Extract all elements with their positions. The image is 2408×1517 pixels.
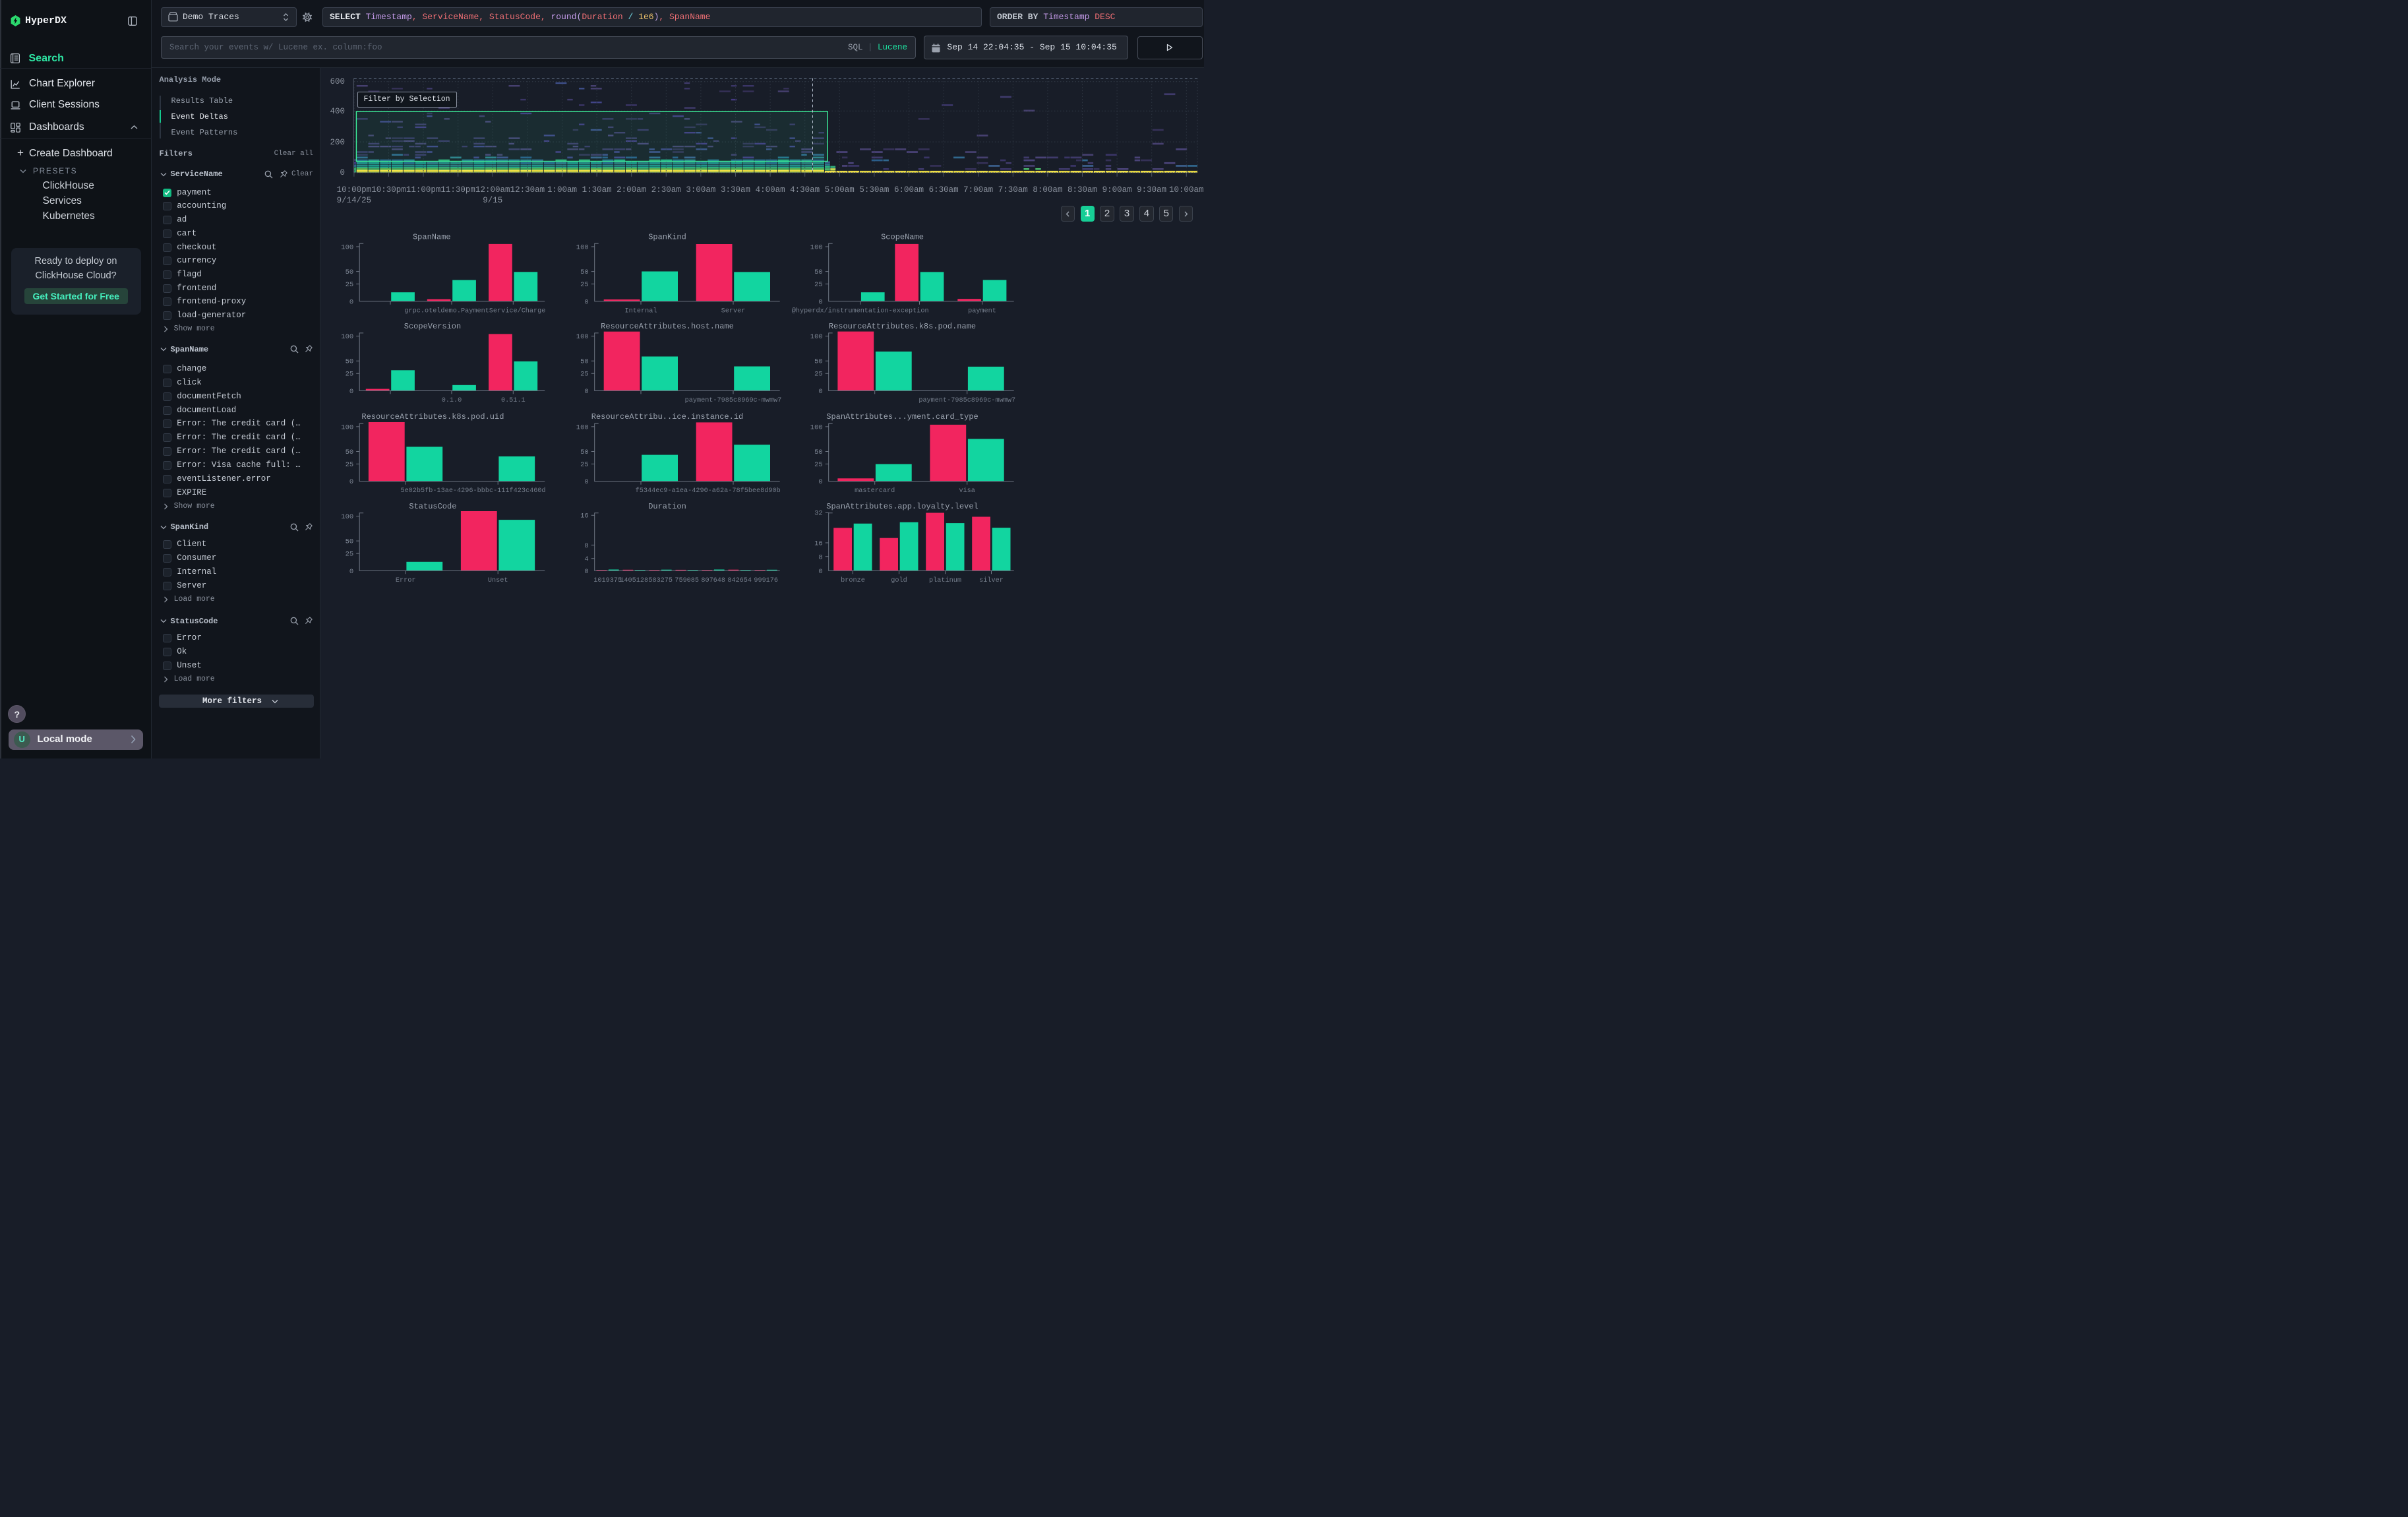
svg-text:100: 100 xyxy=(341,244,353,252)
svg-text:8: 8 xyxy=(584,542,588,550)
svg-text:grpc.oteldemo.PaymentService/C: grpc.oteldemo.PaymentService/Charge xyxy=(404,307,545,315)
svg-text:0: 0 xyxy=(584,478,588,486)
svg-text:@hyperdx/instrumentation-excep: @hyperdx/instrumentation-exception xyxy=(792,307,929,315)
svg-text:999176: 999176 xyxy=(754,577,778,584)
svg-text:0: 0 xyxy=(818,568,822,576)
svg-text:50: 50 xyxy=(814,358,823,366)
svg-text:0: 0 xyxy=(584,388,588,396)
svg-text:visa: visa xyxy=(959,487,975,495)
svg-text:25: 25 xyxy=(346,551,354,559)
svg-text:25: 25 xyxy=(814,461,823,469)
svg-text:platinum: platinum xyxy=(929,576,961,584)
svg-text:bronze: bronze xyxy=(841,576,865,584)
svg-text:25: 25 xyxy=(580,371,589,379)
svg-text:16: 16 xyxy=(580,512,589,520)
svg-text:payment: payment xyxy=(968,307,996,315)
svg-text:100: 100 xyxy=(576,244,589,252)
svg-text:ResourceAttributes.k8s.pod.nam: ResourceAttributes.k8s.pod.name xyxy=(829,322,976,331)
svg-text:50: 50 xyxy=(346,538,354,546)
svg-text:1405128: 1405128 xyxy=(620,577,648,584)
svg-text:0: 0 xyxy=(818,478,822,486)
svg-text:f5344ec9-a1ea-4290-a62a-78f5be: f5344ec9-a1ea-4290-a62a-78f5bee8d90b xyxy=(636,487,781,495)
svg-text:Server: Server xyxy=(721,307,746,315)
svg-text:0: 0 xyxy=(349,388,353,396)
svg-text:0: 0 xyxy=(818,298,822,306)
svg-text:32: 32 xyxy=(814,510,823,518)
svg-text:50: 50 xyxy=(814,268,823,276)
svg-text:SpanName: SpanName xyxy=(413,232,451,241)
svg-text:silver: silver xyxy=(979,576,1004,584)
svg-text:100: 100 xyxy=(576,423,589,431)
svg-text:ScopeVersion: ScopeVersion xyxy=(404,322,461,331)
svg-text:5e02b5fb-13ae-4296-bbbc-111f42: 5e02b5fb-13ae-4296-bbbc-111f423c460d xyxy=(400,487,545,495)
svg-text:583275: 583275 xyxy=(648,577,673,584)
svg-text:SpanAttributes.app.loyalty.lev: SpanAttributes.app.loyalty.level xyxy=(826,502,978,511)
svg-text:Duration: Duration xyxy=(648,502,686,511)
svg-text:807648: 807648 xyxy=(701,577,725,584)
svg-text:payment-7985c8969c-mwmw7: payment-7985c8969c-mwmw7 xyxy=(685,397,782,404)
svg-text:8: 8 xyxy=(818,553,822,561)
svg-text:100: 100 xyxy=(341,333,353,341)
svg-text:50: 50 xyxy=(346,268,354,276)
svg-text:0: 0 xyxy=(584,568,588,576)
svg-text:50: 50 xyxy=(346,449,354,456)
svg-text:0.1.0: 0.1.0 xyxy=(442,397,462,404)
svg-text:Internal: Internal xyxy=(625,307,657,315)
svg-text:0: 0 xyxy=(584,298,588,306)
svg-text:50: 50 xyxy=(580,449,589,456)
svg-text:0: 0 xyxy=(349,568,353,576)
svg-text:gold: gold xyxy=(891,576,907,584)
svg-text:25: 25 xyxy=(580,461,589,469)
svg-text:16: 16 xyxy=(814,540,823,548)
svg-text:100: 100 xyxy=(810,423,823,431)
svg-text:25: 25 xyxy=(346,371,354,379)
svg-text:25: 25 xyxy=(346,281,354,289)
svg-text:842654: 842654 xyxy=(727,577,752,584)
svg-text:50: 50 xyxy=(580,358,589,366)
svg-text:100: 100 xyxy=(810,333,823,341)
svg-text:mastercard: mastercard xyxy=(855,487,895,495)
svg-text:759085: 759085 xyxy=(675,577,699,584)
svg-text:ResourceAttributes.k8s.pod.uid: ResourceAttributes.k8s.pod.uid xyxy=(361,412,504,421)
svg-text:50: 50 xyxy=(814,449,823,456)
svg-text:0: 0 xyxy=(349,298,353,306)
svg-text:Error: Error xyxy=(396,577,416,584)
svg-text:100: 100 xyxy=(341,513,353,521)
svg-text:25: 25 xyxy=(346,461,354,469)
svg-text:0: 0 xyxy=(818,388,822,396)
svg-text:SpanAttributes...yment.card_ty: SpanAttributes...yment.card_type xyxy=(826,412,978,421)
svg-text:ResourceAttributes.host.name: ResourceAttributes.host.name xyxy=(601,322,734,331)
svg-text:25: 25 xyxy=(814,371,823,379)
svg-text:SpanKind: SpanKind xyxy=(648,232,686,241)
svg-text:4: 4 xyxy=(584,555,588,563)
svg-text:0: 0 xyxy=(349,478,353,486)
svg-text:50: 50 xyxy=(580,268,589,276)
svg-text:100: 100 xyxy=(810,244,823,252)
svg-text:100: 100 xyxy=(576,333,589,341)
svg-text:100: 100 xyxy=(341,423,353,431)
svg-text:50: 50 xyxy=(346,358,354,366)
svg-text:StatusCode: StatusCode xyxy=(409,502,456,511)
svg-text:1019375: 1019375 xyxy=(593,577,622,584)
svg-text:25: 25 xyxy=(580,281,589,289)
svg-text:0.51.1: 0.51.1 xyxy=(501,397,526,404)
svg-text:payment-7985c8969c-mwmw7: payment-7985c8969c-mwmw7 xyxy=(918,397,1015,404)
svg-text:Unset: Unset xyxy=(488,577,508,584)
svg-text:25: 25 xyxy=(814,281,823,289)
svg-text:ResourceAttribu..ice.instance.: ResourceAttribu..ice.instance.id xyxy=(591,412,743,421)
svg-text:ScopeName: ScopeName xyxy=(881,232,924,241)
